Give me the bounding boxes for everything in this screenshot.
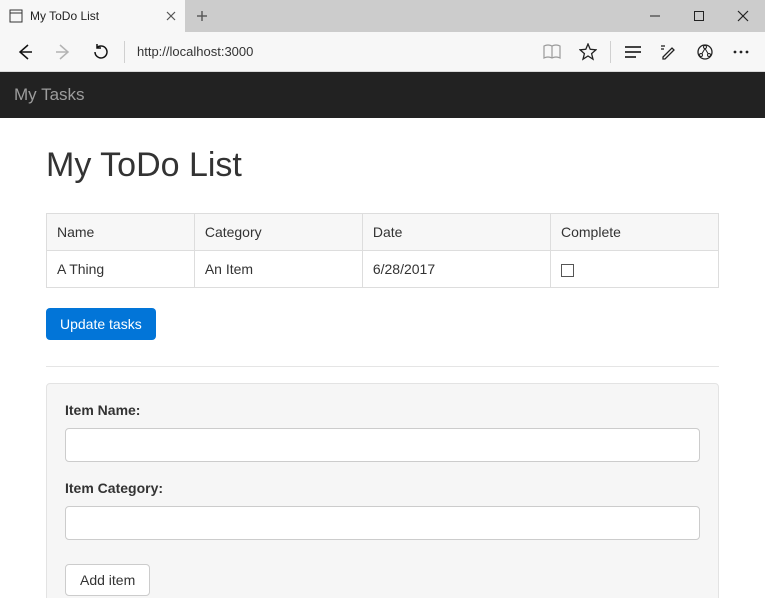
viewport: My Tasks My ToDo List Name Category Date…: [0, 72, 765, 598]
toolbar-right: [534, 32, 759, 72]
new-tab-button[interactable]: [186, 0, 218, 32]
complete-checkbox[interactable]: [561, 264, 574, 277]
tab-title: My ToDo List: [30, 9, 157, 23]
item-category-input[interactable]: [65, 506, 700, 540]
col-category: Category: [194, 214, 362, 251]
page-title: My ToDo List: [46, 146, 719, 185]
window-controls: [633, 0, 765, 32]
cell-name: A Thing: [47, 251, 195, 288]
page-icon: [8, 8, 24, 24]
browser-tab[interactable]: My ToDo List: [0, 0, 186, 32]
toolbar-separator: [124, 41, 125, 63]
cell-complete: [550, 251, 718, 288]
address-bar[interactable]: [129, 39, 534, 65]
add-item-form: Item Name: Item Category: Add item: [46, 383, 719, 598]
toolbar-separator: [610, 41, 611, 63]
tasks-table: Name Category Date Complete A Thing An I…: [46, 213, 719, 288]
item-name-label: Item Name:: [65, 402, 700, 418]
close-tab-icon[interactable]: [163, 8, 179, 24]
browser-toolbar: [0, 32, 765, 72]
forward-button[interactable]: [44, 32, 82, 72]
hub-icon[interactable]: [615, 32, 651, 72]
table-header-row: Name Category Date Complete: [47, 214, 719, 251]
col-date: Date: [362, 214, 550, 251]
maximize-button[interactable]: [677, 0, 721, 32]
cell-date: 6/28/2017: [362, 251, 550, 288]
share-icon[interactable]: [687, 32, 723, 72]
more-icon[interactable]: [723, 32, 759, 72]
app-navbar: My Tasks: [0, 72, 765, 118]
refresh-button[interactable]: [82, 32, 120, 72]
minimize-button[interactable]: [633, 0, 677, 32]
col-complete: Complete: [550, 214, 718, 251]
notes-icon[interactable]: [651, 32, 687, 72]
window-titlebar: My ToDo List: [0, 0, 765, 32]
favorites-icon[interactable]: [570, 32, 606, 72]
back-button[interactable]: [6, 32, 44, 72]
update-tasks-button[interactable]: Update tasks: [46, 308, 156, 340]
tab-strip: My ToDo List: [0, 0, 218, 32]
reading-view-icon[interactable]: [534, 32, 570, 72]
page-container: My ToDo List Name Category Date Complete…: [0, 118, 765, 598]
table-row: A Thing An Item 6/28/2017: [47, 251, 719, 288]
item-category-label: Item Category:: [65, 480, 700, 496]
col-name: Name: [47, 214, 195, 251]
titlebar-spacer: [218, 0, 633, 32]
close-window-button[interactable]: [721, 0, 765, 32]
divider: [46, 366, 719, 367]
app-navbar-title[interactable]: My Tasks: [14, 85, 85, 105]
cell-category: An Item: [194, 251, 362, 288]
add-item-button[interactable]: Add item: [65, 564, 150, 596]
item-name-input[interactable]: [65, 428, 700, 462]
